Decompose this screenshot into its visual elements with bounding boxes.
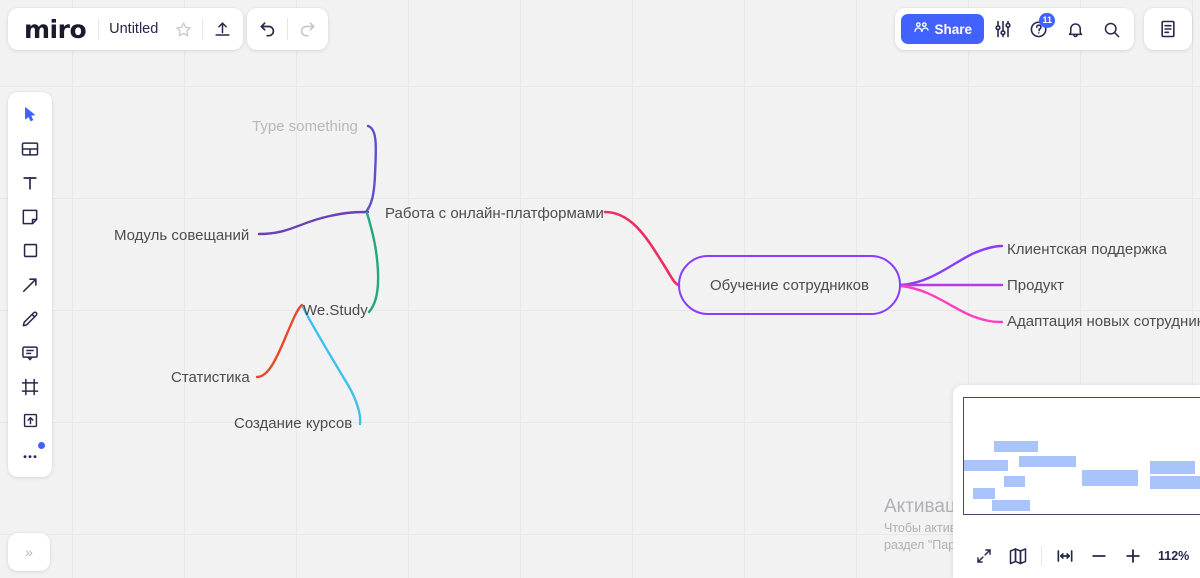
minimap-canvas[interactable] xyxy=(963,397,1200,515)
comment-tool[interactable] xyxy=(12,336,48,369)
connector-modul xyxy=(257,210,370,236)
mindmap-node-klientskaya-podderzhka[interactable]: Клиентская поддержка xyxy=(1007,241,1167,259)
divider xyxy=(287,18,288,40)
redo-icon[interactable] xyxy=(290,12,324,46)
frame-tool[interactable] xyxy=(12,370,48,403)
board-toolbar-left: miro Untitled xyxy=(8,8,244,50)
connector-adaptacia xyxy=(899,284,1004,324)
minimap-item xyxy=(1150,461,1195,474)
connector-sozdanie xyxy=(301,305,362,426)
notes-icon[interactable] xyxy=(1151,12,1185,46)
minimap-item xyxy=(1150,476,1200,489)
undo-icon[interactable] xyxy=(251,12,285,46)
new-feature-dot xyxy=(38,442,45,449)
connector-klient xyxy=(899,244,1004,287)
share-people-icon xyxy=(913,21,930,38)
history-toolbar xyxy=(247,8,328,50)
mindmap-node-type-something[interactable]: Type something xyxy=(252,118,358,136)
minimap-panel: 112% xyxy=(953,385,1200,578)
minimap-item xyxy=(973,488,995,499)
share-button[interactable]: Share xyxy=(901,14,984,44)
help-badge: 11 xyxy=(1039,13,1055,28)
zoom-in-button[interactable] xyxy=(1118,541,1148,571)
connector-type-something xyxy=(364,124,378,214)
minimap-item xyxy=(994,441,1038,452)
bell-icon[interactable] xyxy=(1058,12,1092,46)
zoom-out-button[interactable] xyxy=(1084,541,1114,571)
upload-icon[interactable] xyxy=(205,12,239,46)
mindmap-node-rabota[interactable]: Работа с онлайн-платформами xyxy=(385,205,604,223)
text-tool[interactable] xyxy=(12,166,48,199)
miro-logo[interactable]: miro xyxy=(12,15,96,44)
minimap-item xyxy=(1019,456,1076,467)
miro-board-app: Type something Работа с онлайн-платформа… xyxy=(0,0,1200,578)
upload-box-icon[interactable] xyxy=(12,404,48,437)
star-icon[interactable] xyxy=(166,12,200,46)
connector-statistika xyxy=(255,303,304,379)
minimap-item xyxy=(1082,470,1138,486)
cursor-tool[interactable] xyxy=(12,98,48,131)
minimap-item xyxy=(992,500,1030,511)
pen-tool[interactable] xyxy=(12,302,48,335)
mindmap-central-label: Обучение сотрудников xyxy=(710,276,869,294)
share-label: Share xyxy=(934,21,972,37)
board-toolbar-right: Share 11 xyxy=(895,8,1134,50)
mindmap-node-produkt[interactable]: Продукт xyxy=(1007,277,1064,295)
mindmap-central-node[interactable]: Обучение сотрудников xyxy=(678,255,901,315)
fit-screen-icon[interactable] xyxy=(969,541,999,571)
mindmap-node-sozdanie-kursov[interactable]: Создание курсов xyxy=(234,415,352,433)
minimap-controls: 112% xyxy=(953,533,1200,578)
mindmap-node-modul[interactable]: Модуль совещаний xyxy=(114,227,249,245)
templates-tool[interactable] xyxy=(12,132,48,165)
notes-panel xyxy=(1144,8,1192,50)
divider xyxy=(1041,545,1042,566)
connector-westudy xyxy=(365,211,380,314)
shape-tool[interactable] xyxy=(12,234,48,267)
map-icon[interactable] xyxy=(1003,541,1033,571)
board-title[interactable]: Untitled xyxy=(101,21,166,37)
creation-toolbar xyxy=(8,92,52,477)
fit-width-icon[interactable] xyxy=(1050,541,1080,571)
connector-rabota-center xyxy=(603,210,681,287)
sliders-icon[interactable] xyxy=(986,12,1020,46)
zoom-level[interactable]: 112% xyxy=(1158,549,1189,563)
minimap-item xyxy=(964,460,1008,471)
sticky-note-tool[interactable] xyxy=(12,200,48,233)
mindmap-node-adaptacia[interactable]: Адаптация новых сотрудник xyxy=(1007,313,1200,331)
minimap-item xyxy=(1004,476,1025,487)
mindmap-node-statistika[interactable]: Статистика xyxy=(171,369,250,387)
expand-chevrons-label: » xyxy=(25,544,33,560)
divider xyxy=(202,18,204,40)
mindmap-node-westudy[interactable]: We.Study xyxy=(303,302,368,320)
expand-panel-button[interactable]: » xyxy=(8,533,50,571)
search-icon[interactable] xyxy=(1094,12,1128,46)
more-tools[interactable] xyxy=(12,438,48,471)
arrow-tool[interactable] xyxy=(12,268,48,301)
help-icon[interactable]: 11 xyxy=(1022,12,1056,46)
divider xyxy=(98,18,100,40)
